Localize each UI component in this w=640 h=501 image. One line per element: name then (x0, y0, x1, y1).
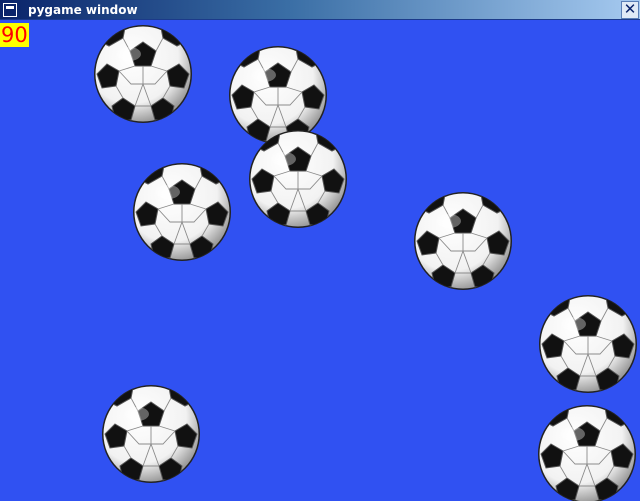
soccer-ball-icon[interactable] (93, 24, 193, 124)
pygame-window: pygame window ✕ 90 (0, 0, 640, 501)
title-bar[interactable]: pygame window ✕ (0, 0, 640, 20)
close-button[interactable]: ✕ (621, 1, 639, 19)
window-title: pygame window (28, 3, 138, 17)
soccer-ball-icon[interactable] (132, 162, 232, 262)
score-counter: 90 (0, 23, 29, 47)
game-canvas[interactable]: 90 (0, 20, 640, 501)
soccer-ball-icon[interactable] (413, 191, 513, 291)
soccer-ball-icon[interactable] (538, 294, 638, 394)
soccer-ball-icon[interactable] (248, 129, 348, 229)
soccer-ball-icon[interactable] (101, 384, 201, 484)
soccer-ball-icon[interactable] (537, 404, 637, 501)
window-menu-icon[interactable] (3, 3, 17, 17)
